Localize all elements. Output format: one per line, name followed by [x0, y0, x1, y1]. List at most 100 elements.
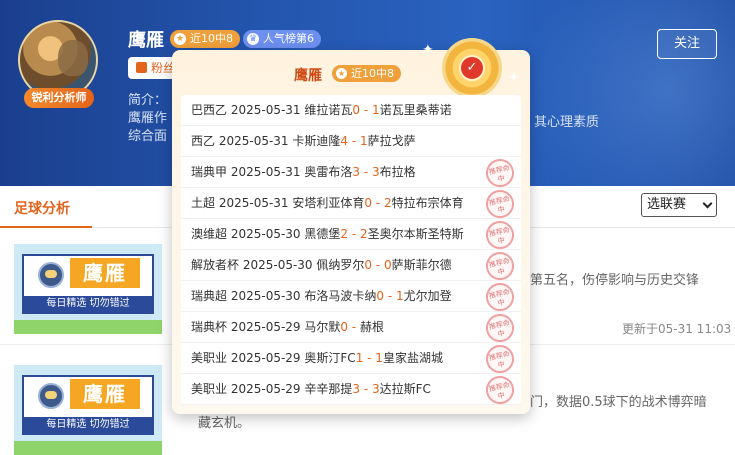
record-league: 美职业	[191, 351, 231, 365]
record-away-score: 3	[372, 382, 380, 396]
record-date: 2025-05-29	[230, 320, 305, 334]
record-list: 巴西乙 2025-05-31 维拉诺瓦0 - 1诺瓦里桑蒂诺 西乙 2025-05…	[181, 95, 521, 407]
record-home-team: 安塔利亚体育	[292, 196, 365, 210]
record-league: 瑞典杯	[191, 320, 231, 334]
streak-badge-label: 近10中8	[190, 32, 233, 45]
avatar-block[interactable]: 锐利分析师	[18, 20, 100, 112]
league-select[interactable]: 选联赛	[641, 193, 717, 217]
record-row[interactable]: 瑞典杯 2025-05-29 马尔默0 - 赫根 推荐命中	[181, 311, 521, 345]
record-away-team: 达拉斯FC	[379, 382, 431, 396]
hit-stamp-icon: 推荐命中	[483, 280, 517, 314]
record-home-team: 卡斯迪隆	[292, 134, 341, 148]
expert-name[interactable]: 鹰雁	[128, 26, 164, 52]
thumbnail-brand: 鹰雁	[70, 379, 140, 409]
record-away-team: 特拉布宗体育	[391, 196, 464, 210]
hit-stamp-icon: 推荐命中	[483, 156, 517, 190]
record-date: 2025-05-31	[218, 134, 293, 148]
record-home-score: 4	[340, 134, 349, 148]
record-league: 解放者杯	[191, 258, 243, 272]
record-home-team: 马尔默	[304, 320, 341, 334]
record-row[interactable]: 西乙 2025-05-31 卡斯迪隆4 - 1萨拉戈萨	[181, 126, 521, 157]
record-away-score: 1	[375, 351, 383, 365]
record-league: 澳维超	[191, 227, 231, 241]
medal-thumb-icon: ✓	[459, 55, 485, 81]
record-away-team: 圣奥尔本斯圣特斯	[367, 227, 464, 241]
record-away-team: 诺瓦里桑蒂诺	[379, 103, 452, 117]
medal-icon: ✓	[442, 38, 502, 98]
record-date: 2025-05-31	[218, 196, 293, 210]
score-separator: -	[360, 382, 373, 396]
follow-button[interactable]: 关注	[657, 29, 717, 59]
score-separator: -	[348, 134, 361, 148]
popup-streak-label: 近10中8	[351, 67, 394, 80]
record-away-team: 尤尔加登	[403, 289, 452, 303]
article-summary-line-1[interactable]: 门，数据0.5球下的战术博弈暗	[530, 392, 707, 414]
record-row[interactable]: 土超 2025-05-31 安塔利亚体育0 - 2特拉布宗体育 推荐命中	[181, 187, 521, 221]
article-summary[interactable]: 第五名，伤停影响与历史交锋	[530, 270, 699, 292]
record-home-team: 奥雷布洛	[304, 165, 353, 179]
hit-stamp-icon: 推荐命中	[483, 373, 517, 407]
analyst-title-badge: 锐利分析师	[24, 88, 94, 108]
record-league: 美职业	[191, 382, 231, 396]
record-home-team: 布洛马波卡纳	[304, 289, 377, 303]
record-row[interactable]: 美职业 2025-05-29 辛辛那提3 - 3达拉斯FC 推荐命中	[181, 373, 521, 407]
popup-streak-badge: ★ 近10中8	[332, 65, 401, 82]
thumbnail-slogan: 每日精选 切勿错过	[24, 296, 152, 312]
record-row[interactable]: 澳维超 2025-05-30 黑德堡2 - 2圣奥尔本斯圣特斯 推荐命中	[181, 218, 521, 252]
record-date: 2025-05-29	[230, 351, 305, 365]
intro-right-fragment: 其心理素质	[534, 115, 600, 130]
score-separator: -	[348, 320, 361, 334]
intro-label: 简介：	[128, 93, 168, 108]
record-date: 2025-05-29	[230, 382, 305, 396]
record-away-team: 赫根	[360, 320, 385, 334]
record-home-score: 0	[364, 196, 373, 210]
record-date: 2025-05-30	[230, 227, 305, 241]
sparkle-icon: ✦	[508, 70, 520, 86]
article-thumbnail[interactable]: 鹰雁 每日精选 切勿错过	[14, 365, 162, 455]
hit-stamp-icon: 推荐命中	[483, 342, 517, 376]
record-home-team: 维拉诺瓦	[304, 103, 353, 117]
record-row[interactable]: 瑞典甲 2025-05-31 奥雷布洛3 - 3布拉格 推荐命中	[181, 156, 521, 190]
record-away-score: 1	[396, 289, 404, 303]
article-thumbnail[interactable]: 鹰雁 每日精选 切勿错过	[14, 244, 162, 334]
record-home-score: 0	[376, 289, 385, 303]
thumbnail-grass	[14, 320, 162, 334]
hit-stamp-icon: 推荐命中	[483, 218, 517, 252]
star-icon: ★	[336, 68, 347, 79]
thumbnail-frame: 鹰雁 每日精选 切勿错过	[22, 254, 154, 314]
record-date: 2025-05-31	[230, 103, 305, 117]
streak-badge[interactable]: ★ 近10中8	[170, 30, 240, 48]
record-home-score: 0	[352, 103, 361, 117]
score-separator: -	[372, 196, 385, 210]
record-away-team: 皇家盐湖城	[382, 351, 443, 365]
record-home-team: 黑德堡	[304, 227, 341, 241]
popup-expert-name: 鹰雁	[294, 68, 322, 84]
record-row[interactable]: 解放者杯 2025-05-30 佩纳罗尔0 - 0萨斯菲尔德 推荐命中	[181, 249, 521, 283]
crown-icon: ♛	[247, 33, 259, 45]
owl-logo-icon	[38, 262, 64, 288]
record-away-score: 0	[384, 258, 392, 272]
active-tab-indicator	[0, 226, 92, 228]
record-home-score: 0	[364, 258, 373, 272]
record-away-team: 萨拉戈萨	[367, 134, 416, 148]
intro-line-3: 综合面	[128, 129, 168, 144]
tab-football-analysis[interactable]: 足球分析	[14, 198, 70, 218]
popularity-rank-label: 人气榜第6	[263, 32, 314, 45]
record-row[interactable]: 巴西乙 2025-05-31 维拉诺瓦0 - 1诺瓦里桑蒂诺	[181, 95, 521, 126]
score-separator: -	[348, 227, 361, 241]
record-away-score: 2	[360, 227, 368, 241]
thumbnail-slogan: 每日精选 切勿错过	[24, 417, 152, 433]
intro-line-2: 鹰雁作	[128, 111, 168, 126]
article-summary-line-2[interactable]: 藏玄机。	[198, 413, 250, 435]
record-row[interactable]: 瑞典超 2025-05-30 布洛马波卡纳0 - 1尤尔加登 推荐命中	[181, 280, 521, 314]
record-row[interactable]: 美职业 2025-05-29 奥斯汀FC1 - 1皇家盐湖城 推荐命中	[181, 342, 521, 376]
sparkle-icon: ✦	[422, 42, 434, 58]
thumbnail-frame: 鹰雁 每日精选 切勿错过	[22, 375, 154, 435]
popularity-rank-badge[interactable]: ♛ 人气榜第6	[243, 30, 321, 48]
record-home-score: 3	[352, 382, 361, 396]
record-home-team: 辛辛那提	[304, 382, 353, 396]
star-icon: ★	[174, 33, 186, 45]
record-league: 瑞典甲	[191, 165, 231, 179]
article-update-time: 更新于05-31 11:03	[622, 322, 732, 336]
owl-logo-icon	[38, 383, 64, 409]
